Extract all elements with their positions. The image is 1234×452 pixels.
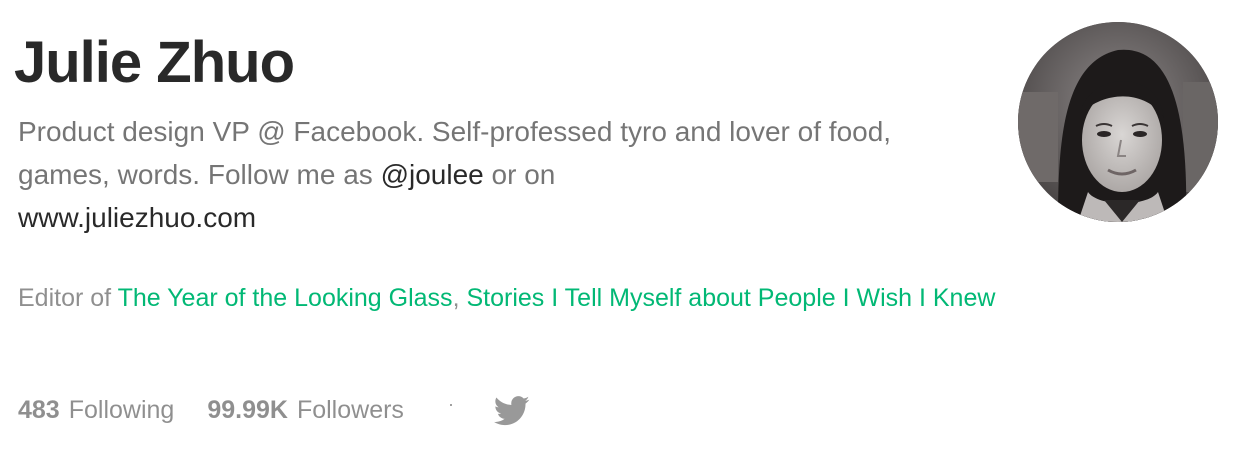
followers-count: 99.99K <box>207 396 288 424</box>
twitter-handle-link[interactable]: @joulee <box>381 159 484 190</box>
publication-link-looking-glass[interactable]: The Year of the Looking Glass <box>118 284 453 312</box>
avatar-photo <box>1018 22 1218 222</box>
profile-stats: 483 Following 99.99K Followers · <box>18 392 530 428</box>
followers-stat[interactable]: 99.99K Followers <box>207 392 404 428</box>
profile-header: Julie Zhuo Product design VP @ Facebook.… <box>0 0 1234 452</box>
following-stat[interactable]: 483 Following <box>18 392 174 428</box>
publication-link-stories[interactable]: Stories I Tell Myself about People I Wis… <box>466 284 995 312</box>
twitter-icon[interactable] <box>493 396 530 426</box>
editor-line: Editor of The Year of the Looking Glass,… <box>18 280 995 316</box>
bio-or-text: or on <box>483 159 556 190</box>
profile-bio: Product design VP @ Facebook. Self-profe… <box>18 110 898 239</box>
avatar[interactable] <box>1018 22 1218 222</box>
profile-name: Julie Zhuo <box>14 30 295 95</box>
following-label: Following <box>68 396 175 424</box>
following-count: 483 <box>18 396 60 424</box>
publication-separator: , <box>452 284 467 312</box>
website-link[interactable]: www.juliezhuo.com <box>18 202 256 233</box>
followers-label: Followers <box>296 396 404 424</box>
stats-separator: · <box>447 394 454 414</box>
editor-prefix: Editor of <box>18 284 118 312</box>
